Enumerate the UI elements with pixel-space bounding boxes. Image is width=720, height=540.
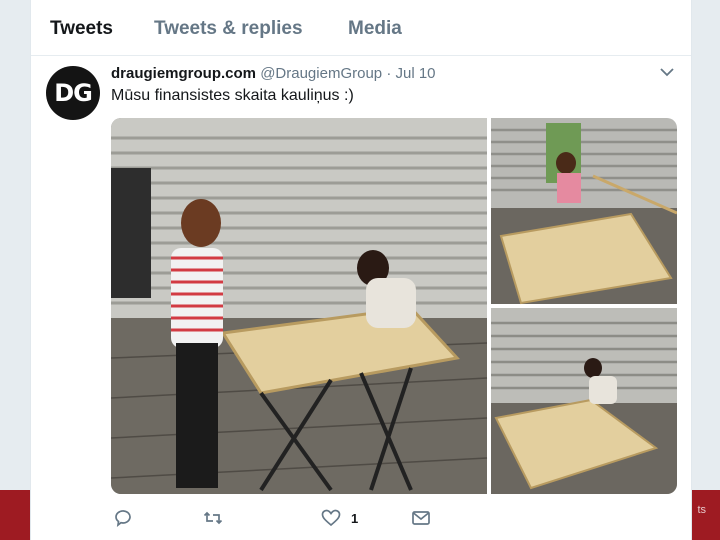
tweet-timeline-card: Tweets Tweets & replies Media DG draugie… (30, 0, 692, 540)
photo-main[interactable] (111, 118, 488, 494)
tweet-text: Mūsu finansistes skaita kauliņus :) (111, 87, 354, 104)
tab-tweets-and-replies[interactable]: Tweets & replies (154, 18, 303, 40)
like-button[interactable]: 1 (321, 508, 358, 528)
footer-text-fragment: ts (697, 504, 706, 516)
like-count: 1 (351, 510, 359, 526)
avatar-initials: DG (54, 79, 93, 107)
chevron-down-icon[interactable] (659, 64, 675, 80)
heart-icon (321, 509, 341, 527)
profile-tabs: Tweets Tweets & replies Media (31, 0, 691, 56)
tweet-header: draugiemgroup.com @DraugiemGroup · Jul 1… (111, 65, 436, 82)
retweet-button[interactable] (203, 508, 223, 528)
display-name[interactable]: draugiemgroup.com (111, 65, 256, 82)
tweet-date[interactable]: Jul 10 (395, 65, 435, 82)
reply-button[interactable] (113, 508, 133, 528)
direct-message-button[interactable] (411, 508, 431, 528)
envelope-icon (412, 511, 430, 525)
avatar[interactable]: DG (46, 66, 100, 120)
reply-icon (115, 510, 131, 527)
retweet-icon (203, 511, 223, 525)
photo-bottom-right[interactable] (491, 308, 677, 494)
tab-tweets[interactable]: Tweets (50, 18, 113, 40)
tab-media[interactable]: Media (348, 18, 402, 40)
photo-top-right[interactable] (491, 118, 677, 305)
tweet-media-gallery (111, 118, 677, 494)
tweet-actions: 1 (111, 508, 511, 532)
user-handle[interactable]: @DraugiemGroup (260, 65, 382, 82)
separator-dot: · (386, 65, 392, 82)
